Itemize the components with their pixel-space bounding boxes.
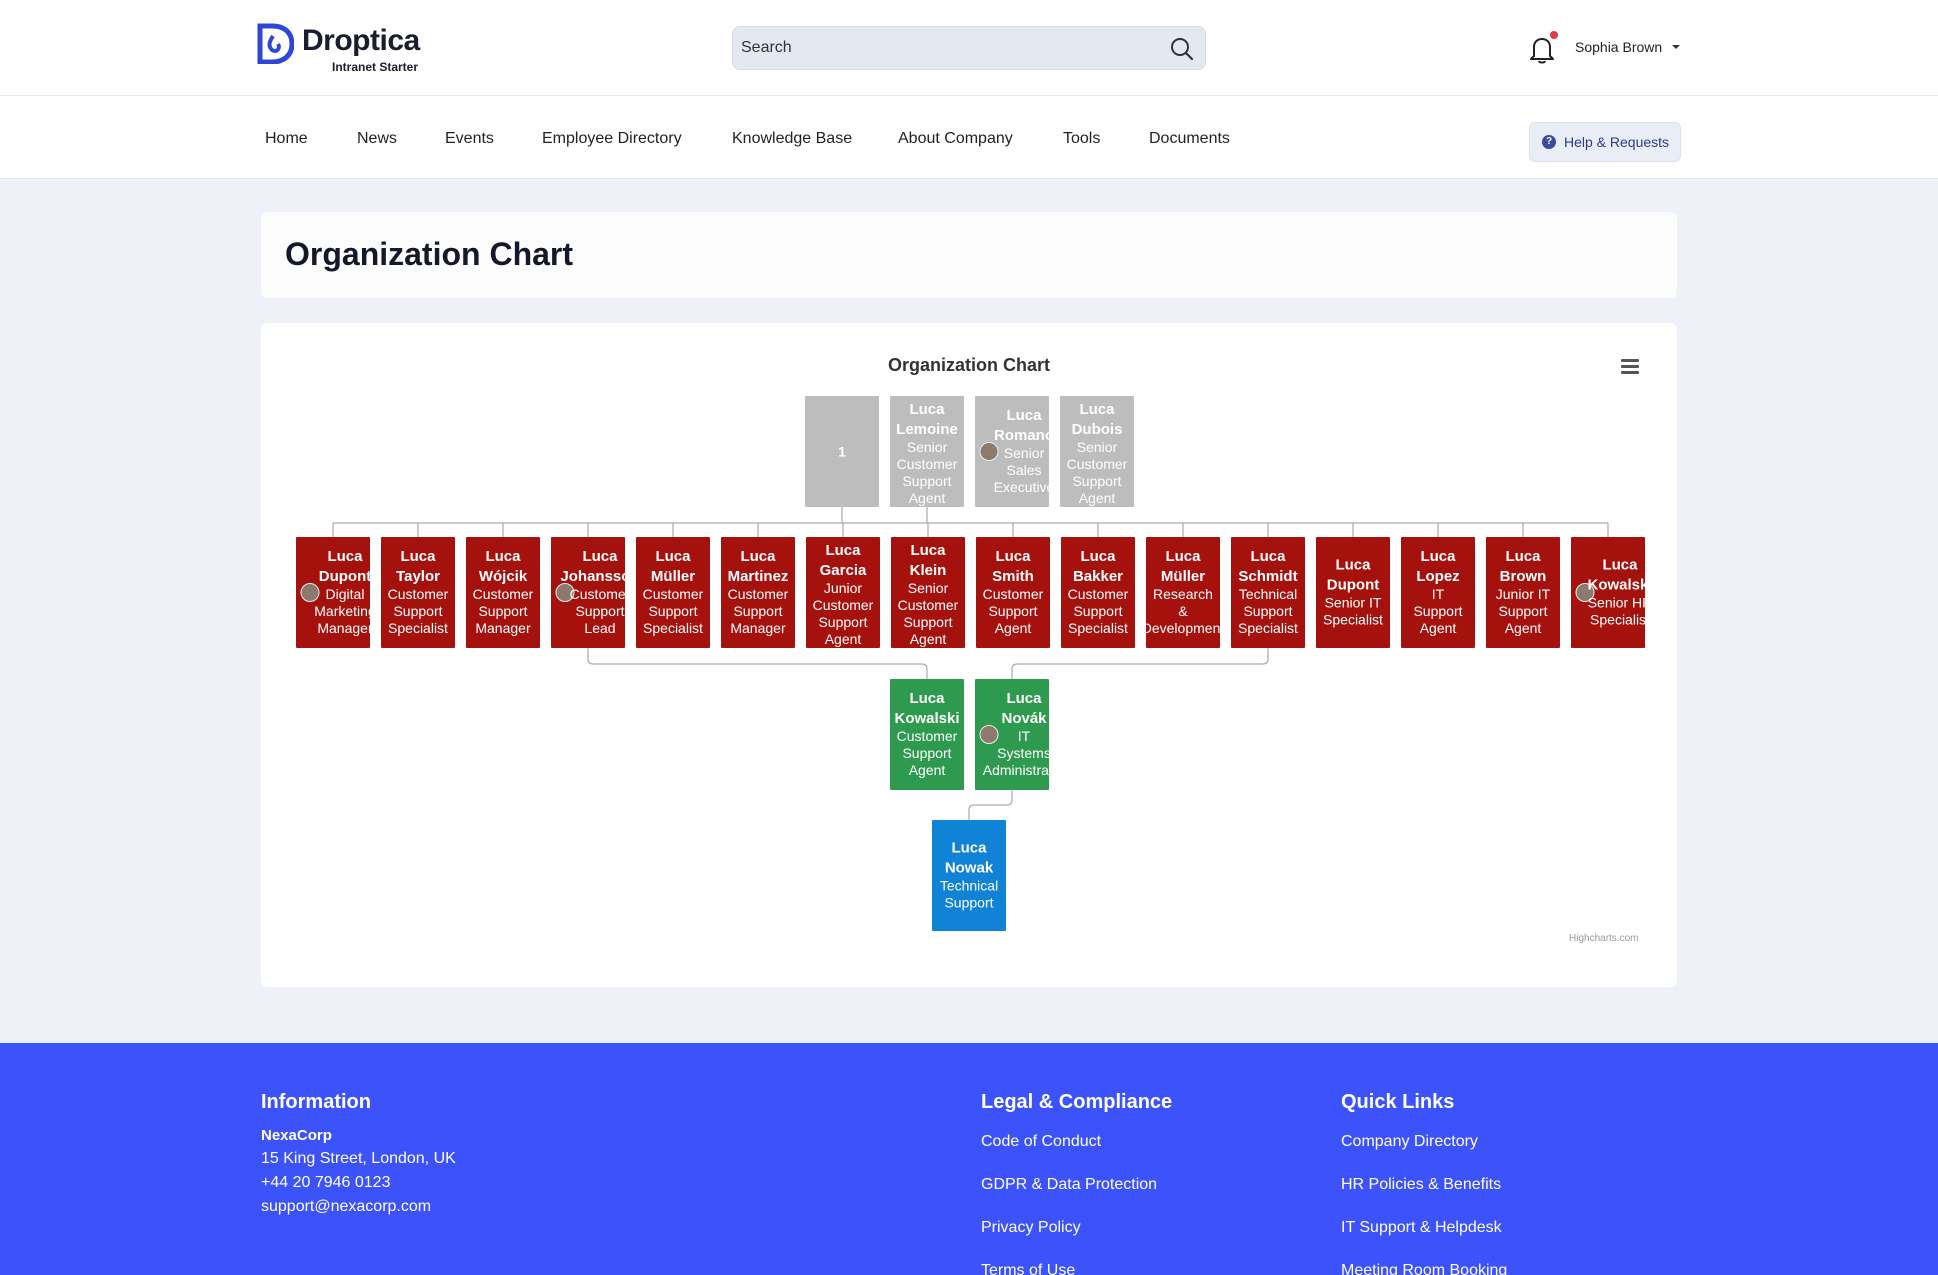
link-schmidt-novak — [1011, 648, 1269, 679]
footer-link-company-directory[interactable]: Company Directory — [1341, 1133, 1478, 1151]
footer-legal-heading: Legal & Compliance — [981, 1091, 1173, 1113]
org-node-title: Customer Support Manager — [728, 586, 789, 636]
site-footer: Information NexaCorp 15 King Street, Lon… — [0, 1043, 1938, 1275]
org-node-dupont1[interactable]: Luca DupontDigital Marketing Manager — [296, 537, 376, 648]
org-node-title: Technical Support — [940, 878, 998, 911]
help-requests-button[interactable]: ? Help & Requests — [1529, 122, 1681, 162]
brand-name: Droptica — [302, 24, 420, 57]
org-node-dubois[interactable]: Luca DuboisSenior Customer Support Agent — [1060, 396, 1134, 507]
org-node-title: Customer Support Specialist — [1068, 586, 1129, 636]
page-title-card: Organization Chart — [261, 212, 1677, 298]
org-node-title: Senior IT Specialist — [1323, 595, 1383, 628]
footer-phone: +44 20 7946 0123 — [261, 1174, 391, 1191]
footer-link-code-of-conduct[interactable]: Code of Conduct — [981, 1133, 1101, 1151]
link-novak-nowak — [968, 790, 1013, 820]
org-node-title: Customer Support Specialist — [643, 586, 704, 636]
org-node-bakker[interactable]: Luca BakkerCustomer Support Specialist — [1061, 537, 1135, 648]
nav-documents[interactable]: Documents — [1149, 130, 1230, 148]
org-node-novak[interactable]: Luca NovákIT Systems Administrator — [975, 679, 1066, 790]
main-navigation: Home News Events Employee Directory Know… — [0, 96, 1938, 179]
org-node-dupont2[interactable]: Luca DupontSenior IT Specialist — [1316, 537, 1390, 648]
search-box — [732, 26, 1206, 70]
page-title: Organization Chart — [285, 236, 574, 272]
footer-link-terms-of-use[interactable]: Terms of Use — [981, 1262, 1075, 1275]
help-icon: ? — [1542, 135, 1556, 149]
chart-title: Organization Chart — [888, 355, 1050, 375]
nav-events[interactable]: Events — [445, 130, 494, 148]
nav-news[interactable]: News — [357, 130, 397, 148]
org-node-garcia[interactable]: Luca GarciaJunior Customer Support Agent — [806, 537, 880, 648]
org-node-smith[interactable]: Luca SmithCustomer Support Agent — [976, 537, 1050, 648]
footer-link-it-support[interactable]: IT Support & Helpdesk — [1341, 1219, 1502, 1237]
brand-subtitle: Intranet Starter — [332, 60, 419, 74]
org-node-name: 1 — [838, 444, 846, 460]
org-node-title: Senior HR Specialist — [1588, 595, 1653, 628]
brand-logo[interactable]: Droptica Intranet Starter — [256, 20, 436, 76]
nav-knowledge-base[interactable]: Knowledge Base — [732, 130, 852, 148]
chart-menu-icon[interactable] — [1621, 359, 1639, 375]
org-node-brown[interactable]: Luca BrownJunior IT Support Agent — [1486, 537, 1560, 648]
nav-tools[interactable]: Tools — [1063, 130, 1100, 148]
footer-address: 15 King Street, London, UK — [261, 1150, 456, 1167]
footer-link-hr-policies[interactable]: HR Policies & Benefits — [1341, 1176, 1501, 1194]
chevron-down-icon[interactable] — [1671, 42, 1681, 52]
footer-link-privacy-policy[interactable]: Privacy Policy — [981, 1219, 1081, 1237]
org-node-kowalski1[interactable]: Luca KowalskiSenior HR Specialist — [1571, 537, 1653, 648]
org-node-taylor[interactable]: Luca TaylorCustomer Support Specialist — [381, 537, 455, 648]
org-node-muller1[interactable]: Luca MüllerCustomer Support Specialist — [636, 537, 710, 648]
footer-quick-links-heading: Quick Links — [1341, 1091, 1455, 1113]
footer-information-heading: Information — [261, 1091, 371, 1113]
search-icon[interactable] — [1169, 36, 1195, 62]
user-menu-name[interactable]: Sophia Brown — [1575, 39, 1662, 55]
org-node-klein[interactable]: Luca KleinSenior Customer Support Agent — [891, 537, 965, 648]
org-chart-card: Organization Chart 1 Luca Lemoine Senior Cus… — [261, 323, 1677, 987]
notification-dot — [1550, 31, 1558, 39]
nav-about-company[interactable]: About Company — [898, 130, 1013, 148]
footer-link-meeting-room-booking[interactable]: Meeting Room Booking — [1341, 1262, 1507, 1275]
avatar — [979, 442, 999, 461]
help-requests-label: Help & Requests — [1564, 134, 1670, 150]
avatar — [300, 583, 320, 602]
org-node-muller2[interactable]: Luca MüllerResearch & Development — [1142, 537, 1225, 648]
org-node-johansson[interactable]: Luca JohanssonCustomer Support Lead — [551, 537, 640, 648]
footer-link-gdpr[interactable]: GDPR & Data Protection — [981, 1176, 1157, 1194]
org-node-title: Technical Support Specialist — [1238, 586, 1298, 636]
org-node-root[interactable]: 1 — [805, 396, 879, 507]
nav-employee-directory[interactable]: Employee Directory — [542, 130, 682, 148]
nav-home[interactable]: Home — [265, 130, 308, 148]
droptica-logo-icon — [257, 23, 294, 64]
org-node-lopez[interactable]: Luca LopezIT Support Agent — [1401, 537, 1475, 648]
org-node-nowak[interactable]: Luca NowakTechnical Support — [932, 820, 1006, 931]
chart-nodes: 1Luca LemoineSenior Customer Support AgentLu… — [296, 396, 1653, 931]
org-node-martinez[interactable]: Luca MartinezCustomer Support Manager — [721, 537, 795, 648]
org-node-kowalski2[interactable]: Luca KowalskiCustomer Support Agent — [890, 679, 964, 790]
org-node-wojcik[interactable]: Luca WójcikCustomer Support Manager — [466, 537, 540, 648]
footer-email[interactable]: support@nexacorp.com — [261, 1198, 431, 1216]
link-johansson-kowalski2 — [587, 648, 928, 679]
org-node-title: Customer Support Manager — [473, 586, 534, 636]
search-input[interactable] — [733, 27, 1153, 69]
org-node-schmidt[interactable]: Luca SchmidtTechnical Support Specialist — [1231, 537, 1305, 648]
org-chart: Organization Chart 1 Luca LemoineSenior Cus… — [296, 355, 1653, 931]
top-header: Droptica Intranet Starter Sophia Brown — [0, 0, 1938, 96]
chart-credits[interactable]: Highcharts.com — [1569, 933, 1638, 944]
org-node-romano[interactable]: Luca RomanoSenior Sales Executive — [975, 396, 1055, 507]
org-node-title: Customer Support Specialist — [388, 586, 449, 636]
avatar — [979, 725, 999, 744]
org-node-lemoine[interactable]: Luca LemoineSenior Customer Support Agent — [890, 396, 964, 507]
footer-company-name: NexaCorp — [261, 1127, 332, 1144]
